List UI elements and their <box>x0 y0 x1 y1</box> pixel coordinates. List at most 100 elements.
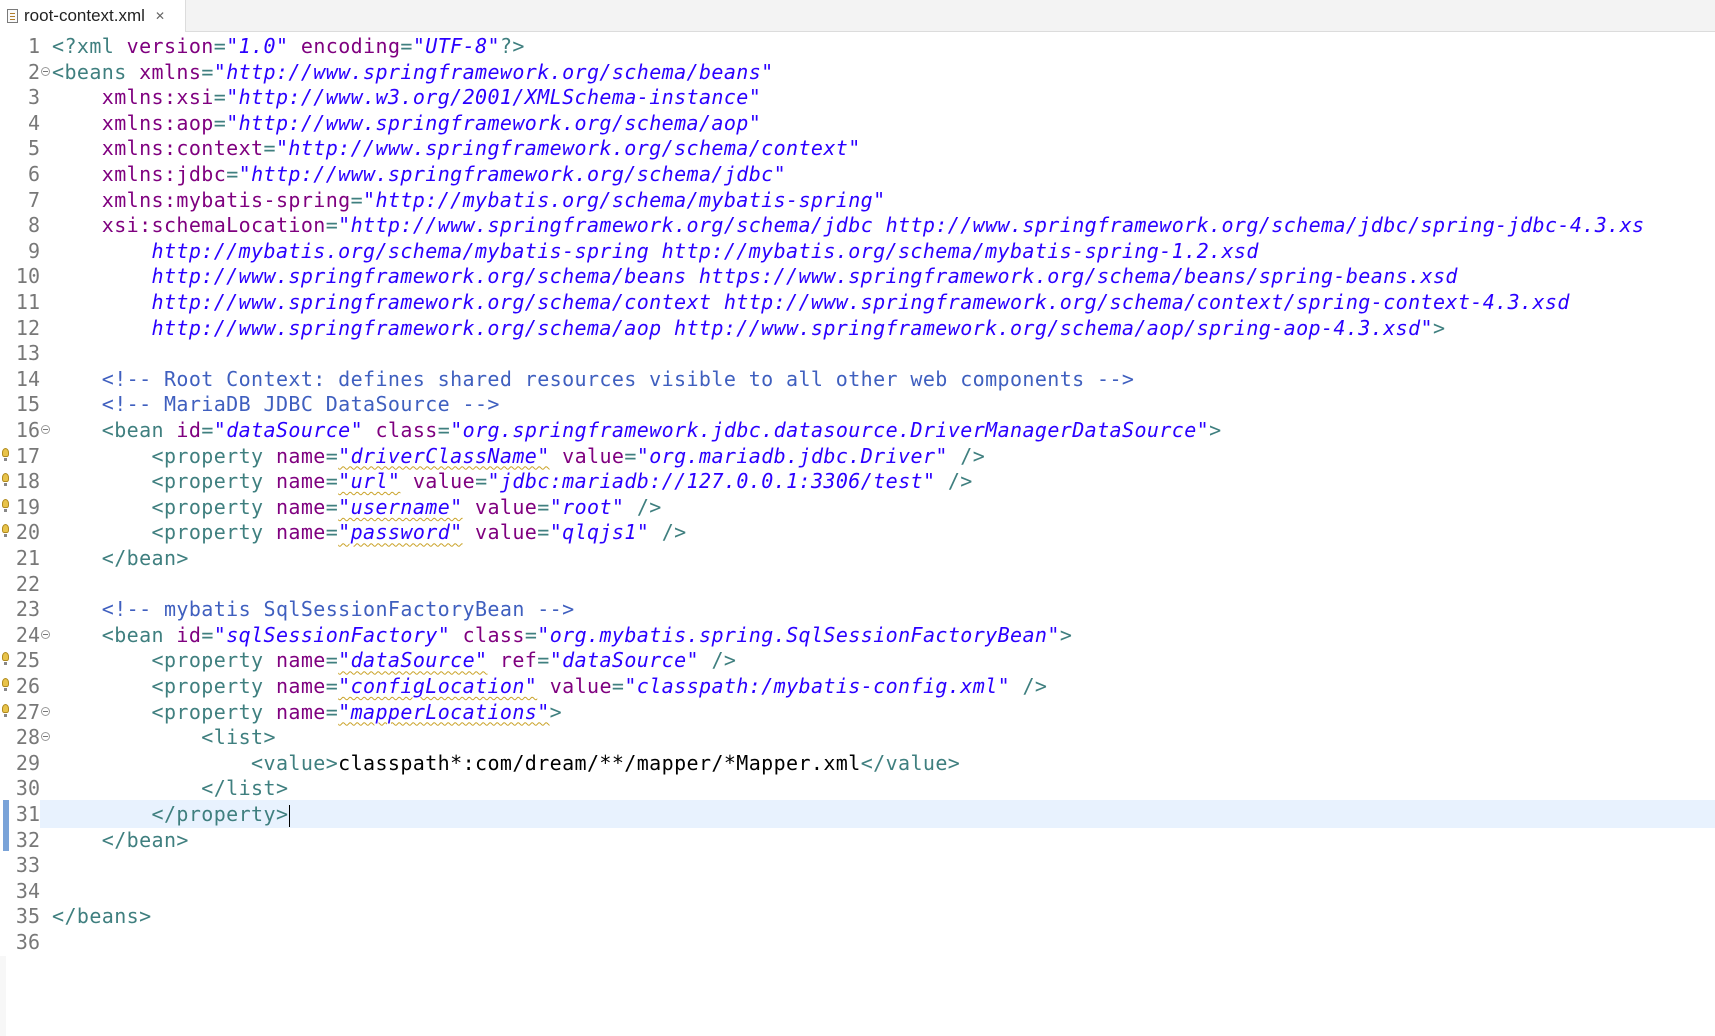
code-line[interactable]: 5 xmlns:context="http://www.springframew… <box>0 134 1715 163</box>
code-line[interactable]: 10 http://www.springframework.org/schema… <box>0 262 1715 291</box>
code-line[interactable]: 2 <beans xmlns="http://www.springframewor… <box>0 57 1715 86</box>
code-line[interactable]: 24 <bean id="sqlSessionFactory" class="o… <box>0 620 1715 649</box>
code-line[interactable]: 23 <!-- mybatis SqlSessionFactoryBean --… <box>0 595 1715 624</box>
code-token: "sqlSessionFactory" <box>213 622 451 647</box>
code-token: </beans> <box>52 904 152 929</box>
code-token: "qlqjs1" <box>549 520 650 545</box>
code-text: <property name="username" value="root" /… <box>52 493 662 521</box>
code-line[interactable]: 13 <box>0 339 1715 368</box>
code-token: "mapperLocations" <box>338 699 550 724</box>
code-line[interactable]: 16 <bean id="dataSource" class="org.spri… <box>0 416 1715 444</box>
code-line[interactable]: 12 http://www.springframework.org/schema… <box>0 313 1715 342</box>
code-line[interactable]: 6 xmlns:jdbc="http://www.springframework… <box>0 160 1715 188</box>
code-token: <!-- mybatis SqlSessionFactoryBean --> <box>52 597 575 622</box>
line-number: 9 <box>0 236 40 265</box>
code-token: </value> <box>860 750 961 775</box>
code-token: = <box>537 494 550 519</box>
code-token: name <box>275 494 326 519</box>
warning-lightbulb-icon[interactable] <box>2 447 9 461</box>
code-line[interactable]: 20 <property name="password" value="qlqj… <box>0 518 1715 547</box>
code-token: > <box>549 699 563 724</box>
code-line[interactable]: 8 xsi:schemaLocation="http://www.springf… <box>0 211 1715 240</box>
code-line[interactable]: 36 <box>0 928 1715 956</box>
code-line[interactable]: 27 <property name="mapperLocations"> <box>0 697 1715 726</box>
code-line[interactable]: 29 <value>classpath*:com/dream/**/mapper… <box>0 748 1715 777</box>
line-number: 30 <box>0 774 40 803</box>
code-line[interactable]: 7 xmlns:mybatis-spring="http://mybatis.o… <box>0 185 1715 214</box>
code-token: "org.mybatis.spring.SqlSessionFactoryBea… <box>537 622 1060 647</box>
code-text: xmlns:jdbc="http://www.springframework.o… <box>52 160 786 188</box>
close-icon[interactable]: ✕ <box>155 9 165 23</box>
code-token: <property <box>52 648 276 673</box>
code-line[interactable]: 19 <property name="username" value="root… <box>0 492 1715 521</box>
code-line[interactable]: 35 </beans> <box>0 902 1715 931</box>
code-line[interactable]: 32 </bean> <box>0 825 1715 854</box>
line-number: 33 <box>0 851 40 880</box>
code-token: = <box>213 85 227 110</box>
code-token: <property <box>52 699 276 724</box>
warning-lightbulb-icon[interactable] <box>2 498 9 512</box>
code-token: /> <box>624 494 662 519</box>
code-token: <property <box>52 469 276 494</box>
code-line[interactable]: 30 </list> <box>0 774 1715 803</box>
code-line[interactable]: 3 xmlns:xsi="http://www.w3.org/2001/XMLS… <box>0 83 1715 112</box>
code-token: id <box>176 622 202 647</box>
code-token: = <box>537 648 550 673</box>
line-number: 21 <box>0 544 40 572</box>
code-line[interactable]: 15 <!-- MariaDB JDBC DataSource --> <box>0 390 1715 419</box>
code-text: </property> <box>52 800 291 828</box>
editor-tab-bar: root-context.xml ✕ <box>0 0 1715 32</box>
code-line[interactable]: 9 http://mybatis.org/schema/mybatis-spri… <box>0 236 1715 265</box>
code-token: > <box>1432 315 1446 340</box>
code-line[interactable]: 17 <property name="driverClassName" valu… <box>0 441 1715 470</box>
code-line[interactable]: 14 <!-- Root Context: defines shared res… <box>0 364 1715 393</box>
line-number: 1 <box>0 32 40 60</box>
line-number: 35 <box>0 902 40 931</box>
code-token: "jdbc:mariadb://127.0.0.1:3306/test" <box>487 469 936 494</box>
line-number: 7 <box>0 185 40 214</box>
code-line[interactable]: 21 </bean> <box>0 544 1715 572</box>
code-line[interactable]: 34 <box>0 876 1715 905</box>
fold-toggle-icon[interactable] <box>41 629 50 639</box>
code-text: xmlns:aop="http://www.springframework.or… <box>52 109 761 137</box>
fold-toggle-icon[interactable] <box>41 732 50 742</box>
code-line[interactable]: 28 <list> <box>0 723 1715 752</box>
code-token: "http://www.w3.org/2001/XMLSchema-instan… <box>226 85 762 110</box>
code-token: <beans <box>52 59 140 84</box>
warning-lightbulb-icon[interactable] <box>2 524 9 538</box>
tab-root-context-xml[interactable]: root-context.xml ✕ <box>0 0 186 32</box>
fold-toggle-icon[interactable] <box>41 425 50 434</box>
line-number: 13 <box>0 339 40 368</box>
code-line[interactable]: 4 xmlns:aop="http://www.springframework.… <box>0 108 1715 137</box>
code-line[interactable]: 22 <box>0 569 1715 598</box>
code-text: http://www.springframework.org/schema/co… <box>52 288 1570 316</box>
code-token: </bean> <box>52 546 189 570</box>
code-token: value <box>412 469 476 494</box>
code-token: xmlns:aop <box>101 110 214 135</box>
code-text: <!-- mybatis SqlSessionFactoryBean --> <box>52 595 575 623</box>
code-token: = <box>325 699 339 724</box>
warning-lightbulb-icon[interactable] <box>2 678 9 691</box>
code-line[interactable]: 18 <property name="url" value="jdbc:mari… <box>0 467 1715 496</box>
code-token: xmlns:xsi <box>101 85 214 110</box>
code-line[interactable]: 31 </property> <box>0 800 1715 828</box>
code-line[interactable]: 26 <property name="configLocation" value… <box>0 672 1715 700</box>
code-token: http://mybatis.org/schema/mybatis-spring… <box>52 238 1259 263</box>
code-line[interactable]: 1 <?xml version="1.0" encoding="UTF-8"?> <box>0 32 1715 60</box>
code-token: id <box>176 418 202 442</box>
code-line[interactable]: 11 http://www.springframework.org/schema… <box>0 288 1715 316</box>
line-number: 15 <box>0 390 40 419</box>
fold-toggle-icon[interactable] <box>41 706 50 716</box>
code-token: xmlns <box>139 59 202 84</box>
code-editor[interactable]: 1 <?xml version="1.0" encoding="UTF-8"?> 2… <box>0 32 1715 1036</box>
warning-lightbulb-icon[interactable] <box>2 652 9 666</box>
code-line[interactable]: 33 <box>0 851 1715 880</box>
fold-toggle-icon[interactable] <box>41 66 50 76</box>
warning-lightbulb-icon[interactable] <box>2 703 9 717</box>
warning-lightbulb-icon[interactable] <box>2 473 9 487</box>
code-text: <!-- MariaDB JDBC DataSource --> <box>52 390 500 418</box>
code-line[interactable]: 25 <property name="dataSource" ref="data… <box>0 646 1715 675</box>
